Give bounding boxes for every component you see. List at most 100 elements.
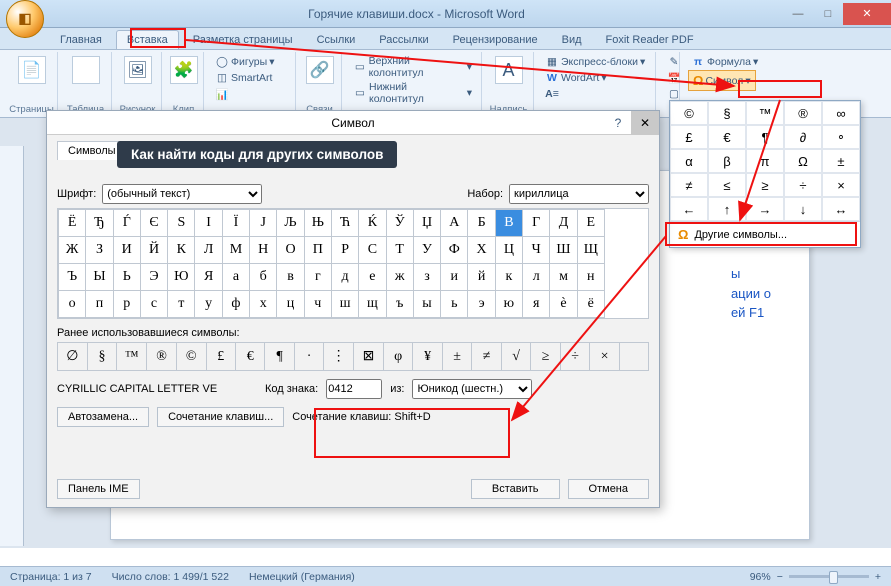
symbol-grid[interactable]: ЁЂЃЄЅІЇЈЉЊЋЌЎЏАБВГДЕЖЗИЙКЛМНОПРСТУФХЦЧШЩ… — [57, 208, 649, 319]
status-page[interactable]: Страница: 1 из 7 — [10, 571, 92, 583]
ribbon-tab[interactable]: Foxit Reader PDF — [596, 31, 704, 49]
textbox-button[interactable]: A — [491, 54, 527, 86]
insert-button[interactable]: Вставить — [471, 479, 560, 499]
symbol-dd-cell[interactable]: ∞ — [822, 101, 860, 125]
ribbon-tab[interactable]: Рассылки — [369, 31, 438, 49]
symbol-cell[interactable]: э — [468, 291, 495, 318]
symbol-cell[interactable]: о — [59, 291, 86, 318]
symbol-cell[interactable]: С — [359, 237, 386, 264]
recent-cell[interactable]: ≥ — [531, 343, 561, 371]
symbol-cell[interactable]: Ѓ — [113, 210, 140, 237]
signature-button[interactable]: ✎ — [664, 54, 684, 70]
symbol-dd-cell[interactable]: © — [670, 101, 708, 125]
recent-cell[interactable]: ® — [147, 343, 177, 371]
symbol-cell[interactable]: Щ — [577, 237, 604, 264]
symbol-cell[interactable]: ѐ — [550, 291, 577, 318]
symbol-cell[interactable]: Њ — [304, 210, 331, 237]
recent-grid[interactable]: ∅§™®©£€¶·⋮⊠φ¥±≠√≥÷× — [57, 342, 649, 371]
recent-cell[interactable]: ≠ — [472, 343, 502, 371]
symbol-cell[interactable]: ь — [441, 291, 468, 318]
header-button[interactable]: ▭Верхний колонтитул ▾ — [350, 54, 475, 80]
symbol-cell[interactable]: М — [222, 237, 249, 264]
symbol-cell[interactable]: й — [468, 264, 495, 291]
recent-cell[interactable]: ⋮ — [324, 343, 354, 371]
dialog-close-button[interactable]: ✕ — [631, 111, 659, 135]
symbol-cell[interactable]: ч — [304, 291, 331, 318]
symbol-dd-cell[interactable]: ≥ — [746, 173, 784, 197]
symbol-cell[interactable]: Љ — [277, 210, 304, 237]
symbol-dd-cell[interactable]: ¶ — [746, 125, 784, 149]
symbol-cell[interactable]: В — [495, 210, 522, 237]
symbol-cell[interactable]: Э — [140, 264, 167, 291]
from-select[interactable]: Юникод (шестн.) — [412, 379, 532, 399]
symbol-dd-cell[interactable]: ↑ — [708, 197, 746, 221]
symbol-cell[interactable]: И — [113, 237, 140, 264]
symbol-cell[interactable]: К — [168, 237, 195, 264]
zoom-control[interactable]: 96% −+ — [750, 571, 881, 583]
ribbon-tab[interactable]: Главная — [50, 31, 112, 49]
quickparts-button[interactable]: ▦Экспресс-блоки ▾ — [542, 54, 648, 70]
ime-panel-button[interactable]: Панель IME — [57, 479, 140, 499]
symbol-dd-cell[interactable]: ™ — [746, 101, 784, 125]
symbol-dd-cell[interactable]: ← — [670, 197, 708, 221]
picture-button[interactable]: 🖼 — [120, 54, 156, 86]
symbol-cell[interactable]: Ї — [222, 210, 249, 237]
symbol-cell[interactable]: Ў — [386, 210, 413, 237]
formula-button[interactable]: πФормула ▾ — [688, 54, 761, 70]
recent-cell[interactable]: ∅ — [58, 343, 88, 371]
recent-cell[interactable]: © — [176, 343, 206, 371]
symbol-cell[interactable]: Я — [195, 264, 222, 291]
shortcut-button[interactable]: Сочетание клавиш... — [157, 407, 284, 427]
symbol-cell[interactable]: Ш — [550, 237, 577, 264]
symbol-cell[interactable]: ш — [331, 291, 358, 318]
symbol-dd-cell[interactable]: × — [822, 173, 860, 197]
symbol-cell[interactable]: р — [113, 291, 140, 318]
symbol-cell[interactable]: в — [277, 264, 304, 291]
symbol-cell[interactable]: х — [250, 291, 277, 318]
symbol-cell[interactable]: Д — [550, 210, 577, 237]
cancel-button[interactable]: Отмена — [568, 479, 649, 499]
symbol-dd-cell[interactable]: € — [708, 125, 746, 149]
symbol-cell[interactable]: Е — [577, 210, 604, 237]
recent-cell[interactable]: ÷ — [560, 343, 590, 371]
symbol-cell[interactable]: п — [86, 291, 113, 318]
symbol-cell[interactable]: з — [413, 264, 440, 291]
symbol-cell[interactable]: Г — [523, 210, 550, 237]
symbol-cell[interactable]: Ђ — [86, 210, 113, 237]
recent-cell[interactable]: € — [236, 343, 265, 371]
symbol-cell[interactable]: У — [413, 237, 440, 264]
links-button[interactable]: 🔗 — [302, 54, 338, 86]
maximize-button[interactable]: □ — [813, 3, 843, 25]
footer-button[interactable]: ▭Нижний колонтитул ▾ — [350, 80, 475, 106]
recent-cell[interactable]: ™ — [117, 343, 147, 371]
smartart-button[interactable]: ◫SmartArt — [212, 70, 275, 86]
symbol-cell[interactable]: О — [277, 237, 304, 264]
status-lang[interactable]: Немецкий (Германия) — [249, 571, 355, 583]
symbol-cell[interactable]: Б — [468, 210, 495, 237]
more-symbols-item[interactable]: ΩДругие символы... — [670, 221, 860, 247]
symbol-cell[interactable]: Џ — [413, 210, 440, 237]
symbol-dd-cell[interactable]: § — [708, 101, 746, 125]
symbol-dd-cell[interactable]: β — [708, 149, 746, 173]
symbol-cell[interactable]: Ф — [441, 237, 468, 264]
symbol-dd-cell[interactable]: ÷ — [784, 173, 822, 197]
symbol-cell[interactable]: Ѕ — [168, 210, 195, 237]
ribbon-tab[interactable]: Рецензирование — [443, 31, 548, 49]
symbol-cell[interactable]: З — [86, 237, 113, 264]
symbol-cell[interactable]: ё — [577, 291, 604, 318]
symbol-dd-cell[interactable]: ≠ — [670, 173, 708, 197]
symbol-dd-cell[interactable]: ↓ — [784, 197, 822, 221]
symbol-dd-cell[interactable]: Ω — [784, 149, 822, 173]
symbol-cell[interactable]: І — [195, 210, 222, 237]
dropcap-button[interactable]: A≡ — [542, 86, 562, 102]
datetime-button[interactable]: 📅 — [664, 70, 684, 86]
symbol-cell[interactable]: и — [441, 264, 468, 291]
recent-cell[interactable]: § — [87, 343, 116, 371]
symbol-cell[interactable]: Х — [468, 237, 495, 264]
symbol-cell[interactable]: Ю — [168, 264, 195, 291]
status-words[interactable]: Число слов: 1 499/1 522 — [112, 571, 229, 583]
symbol-cell[interactable]: Ь — [113, 264, 140, 291]
recent-cell[interactable]: · — [294, 343, 323, 371]
close-button[interactable]: ✕ — [843, 3, 891, 25]
table-button[interactable] — [68, 54, 104, 86]
